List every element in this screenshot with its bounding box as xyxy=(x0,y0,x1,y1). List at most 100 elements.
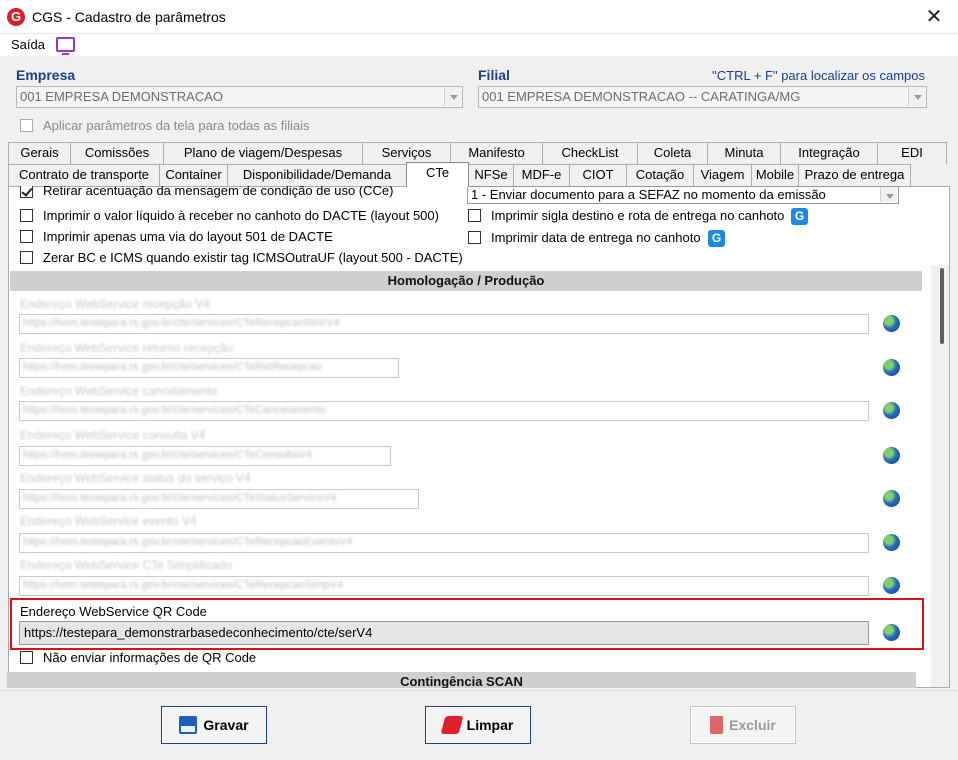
g-badge-icon: G xyxy=(791,208,808,225)
globe-icon[interactable] xyxy=(883,577,900,594)
chevron-down-icon[interactable] xyxy=(908,88,925,106)
apply-all-checkbox[interactable] xyxy=(20,119,33,132)
ws-url: https://hom.testepara.rs.gov.br/cte/serv… xyxy=(23,492,337,504)
no-qr-label: Não enviar informações de QR Code xyxy=(43,650,257,665)
app-logo-icon: G xyxy=(7,8,25,26)
qr-code-input[interactable]: https://testepara_demonstrarbasedeconhec… xyxy=(19,621,869,645)
option-row-1[interactable]: Retirar acentuação da mensagem de condiç… xyxy=(20,186,393,198)
tab-cotacao[interactable]: Cotação xyxy=(626,164,694,186)
ws-label: Endereço WebService recepção V4 xyxy=(20,297,210,311)
ws-url: https://hom.testepara.rs.gov.br/cte/serv… xyxy=(23,361,322,373)
option-2-label: Imprimir o valor líquido à receber no ca… xyxy=(43,208,439,223)
g-badge-icon: G xyxy=(708,230,725,247)
ws-label: Endereço WebService consulta V4 xyxy=(20,428,206,442)
title-bar: G CGS - Cadastro de parâmetros ✕ xyxy=(0,0,958,34)
ws-input[interactable]: https://hom.testepara.rs.gov.br/cte/serv… xyxy=(19,314,869,334)
window-title: CGS - Cadastro de parâmetros xyxy=(32,9,226,25)
option-row-6[interactable]: Imprimir data de entrega no canhoto xyxy=(468,230,701,245)
option-row-4[interactable]: Zerar BC e ICMS quando existir tag ICMSO… xyxy=(20,250,463,265)
globe-icon[interactable] xyxy=(883,315,900,332)
tab-manifesto[interactable]: Manifesto xyxy=(450,142,543,164)
option-1-checkbox[interactable] xyxy=(20,186,33,198)
ws-input[interactable]: https://hom.testepara.rs.gov.br/cte/serv… xyxy=(19,446,391,466)
apply-all-row[interactable]: Aplicar parâmetros da tela para todas as… xyxy=(20,118,310,133)
search-hint: "CTRL + F" para localizar os campos xyxy=(712,68,925,83)
ws-input[interactable]: https://hom.testepara.rs.gov.br/cte/serv… xyxy=(19,401,869,421)
ws-label: Endereço WebService evento V4 xyxy=(20,514,197,528)
ws-url: https://hom.testepara.rs.gov.br/cte/serv… xyxy=(23,404,327,416)
excluir-button[interactable]: Excluir xyxy=(690,706,796,744)
tab-minuta[interactable]: Minuta xyxy=(707,142,781,164)
tab-edi[interactable]: EDI xyxy=(877,142,947,164)
tab-disponibilidade[interactable]: Disponibilidade/Demanda xyxy=(227,164,407,186)
tab-contrato-transporte[interactable]: Contrato de transporte xyxy=(8,164,160,186)
filial-select[interactable]: 001 EMPRESA DEMONSTRACAO -- CARATINGA/MG xyxy=(478,86,927,108)
ws-input[interactable]: https://hom.testepara.rs.gov.br/cte/serv… xyxy=(19,533,869,553)
tab-container[interactable]: Container xyxy=(159,164,228,186)
option-5-checkbox[interactable] xyxy=(468,209,481,222)
tab-comissoes[interactable]: Comissões xyxy=(70,142,164,164)
tab-mobile[interactable]: Mobile xyxy=(751,164,799,186)
ws-url: https://hom.testepara.rs.gov.br/cte/serv… xyxy=(23,536,353,548)
ws-url: https://hom.testepara.rs.gov.br/cte/serv… xyxy=(23,317,340,329)
option-5-label: Imprimir sigla destino e rota de entrega… xyxy=(491,208,785,223)
gravar-label: Gravar xyxy=(203,717,249,733)
option-row-2[interactable]: Imprimir o valor líquido à receber no ca… xyxy=(20,208,439,223)
option-2-checkbox[interactable] xyxy=(20,209,33,222)
globe-icon[interactable] xyxy=(883,447,900,464)
exit-monitor-icon[interactable] xyxy=(56,37,75,55)
no-qr-checkbox[interactable] xyxy=(20,651,33,664)
globe-icon[interactable] xyxy=(883,402,900,419)
scrollbar-thumb[interactable] xyxy=(940,268,944,344)
tab-ciot[interactable]: CIOT xyxy=(569,164,627,186)
ws-input[interactable]: https://hom.testepara.rs.gov.br/cte/serv… xyxy=(19,489,419,509)
ws-input[interactable]: https://hom.testepara.rs.gov.br/cte/serv… xyxy=(19,576,869,596)
globe-icon[interactable] xyxy=(883,490,900,507)
option-4-checkbox[interactable] xyxy=(20,251,33,264)
option-1-label: Retirar acentuação da mensagem de condiç… xyxy=(43,186,394,198)
option-6-checkbox[interactable] xyxy=(468,231,481,244)
tab-mdfe[interactable]: MDF-e xyxy=(513,164,570,186)
limpar-button[interactable]: Limpar xyxy=(425,706,531,744)
menu-saida[interactable]: Saída xyxy=(11,37,45,52)
close-button[interactable]: ✕ xyxy=(920,4,948,30)
ws-label: Endereço WebService cancelamento xyxy=(20,384,218,398)
tab-integracao[interactable]: Integração xyxy=(780,142,878,164)
save-disk-icon xyxy=(179,716,198,734)
tabs-row-2: Contrato de transporte Container Disponi… xyxy=(8,162,911,187)
section-homologacao: Homologação / Produção xyxy=(10,271,922,291)
no-qr-row[interactable]: Não enviar informações de QR Code xyxy=(20,650,256,665)
tab-gerais[interactable]: Gerais xyxy=(8,142,71,164)
tab-checklist[interactable]: CheckList xyxy=(542,142,638,164)
ws-label: Endereço WebService CTe Simplificado xyxy=(20,558,232,572)
filial-label: Filial xyxy=(478,67,510,83)
gravar-button[interactable]: Gravar xyxy=(161,706,267,744)
tab-coleta[interactable]: Coleta xyxy=(637,142,708,164)
tab-plano-viagem[interactable]: Plano de viagem/Despesas xyxy=(163,142,363,164)
limpar-label: Limpar xyxy=(466,717,514,733)
qr-code-label: Endereço WebService QR Code xyxy=(20,604,207,619)
option-row-3[interactable]: Imprimir apenas uma via do layout 501 de… xyxy=(20,229,333,244)
tab-cte[interactable]: CTe xyxy=(406,162,469,187)
send-mode-select[interactable]: 1 - Enviar documento para a SEFAZ no mom… xyxy=(467,186,899,204)
empresa-label: Empresa xyxy=(16,67,76,83)
tab-servicos[interactable]: Serviços xyxy=(362,142,451,164)
globe-icon[interactable] xyxy=(883,624,900,641)
ws-label: Endereço WebService status do serviço V4 xyxy=(20,471,251,485)
chevron-down-icon[interactable] xyxy=(880,187,897,202)
option-4-label: Zerar BC e ICMS quando existir tag ICMSO… xyxy=(43,250,463,265)
globe-icon[interactable] xyxy=(883,359,900,376)
tab-nfse[interactable]: NFSe xyxy=(468,164,514,186)
trash-icon xyxy=(710,716,724,734)
globe-icon[interactable] xyxy=(883,534,900,551)
chevron-down-icon[interactable] xyxy=(444,88,461,106)
option-3-checkbox[interactable] xyxy=(20,230,33,243)
ws-url: https://hom.testepara.rs.gov.br/cte/serv… xyxy=(23,449,312,461)
option-row-5[interactable]: Imprimir sigla destino e rota de entrega… xyxy=(468,208,784,223)
ws-input[interactable]: https://hom.testepara.rs.gov.br/cte/serv… xyxy=(19,358,399,378)
filial-value: 001 EMPRESA DEMONSTRACAO -- CARATINGA/MG xyxy=(482,89,801,104)
empresa-select[interactable]: 001 EMPRESA DEMONSTRACAO xyxy=(16,86,463,108)
tab-viagem[interactable]: Viagem xyxy=(693,164,752,186)
tabs-row-1: Gerais Comissões Plano de viagem/Despesa… xyxy=(8,142,947,164)
tab-prazo-entrega[interactable]: Prazo de entrega xyxy=(798,164,911,186)
